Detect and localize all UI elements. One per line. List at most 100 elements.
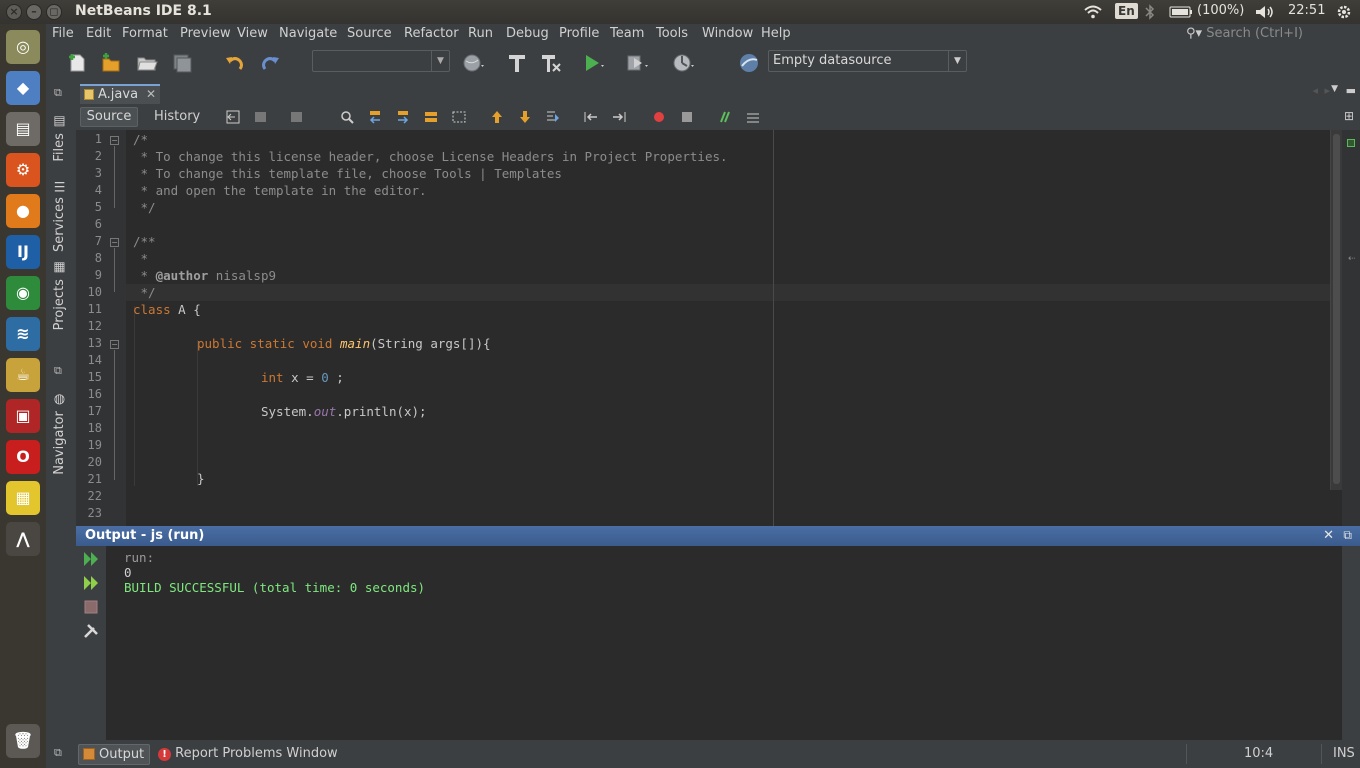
restore-window-group-icon[interactable]: ⧉ (54, 86, 62, 100)
fold-toggle-icon[interactable]: − (110, 340, 119, 349)
opera-icon[interactable]: O (6, 440, 40, 474)
volume-icon[interactable] (1255, 5, 1275, 19)
clean-build-icon[interactable] (540, 52, 562, 74)
teapot-icon[interactable]: ☕ (6, 358, 40, 392)
files-icon[interactable]: ▤ (6, 112, 40, 146)
split-editor-icon[interactable]: ⊞ (1344, 109, 1354, 123)
comment-icon[interactable] (718, 110, 732, 124)
build-hammer-icon[interactable] (506, 52, 528, 74)
app-icon[interactable]: ⋀ (6, 522, 40, 556)
open-project-icon[interactable] (136, 52, 158, 74)
debug-icon[interactable] (626, 52, 648, 74)
find-next-icon[interactable] (396, 110, 410, 124)
close-tab-icon[interactable]: ✕ (146, 86, 156, 103)
tab-files[interactable]: Files ▤ (52, 114, 67, 162)
browser-globe-icon[interactable] (462, 52, 484, 74)
scrollbar-thumb[interactable] (1333, 134, 1340, 484)
start-macro-recording-icon[interactable] (652, 110, 666, 124)
undo-icon[interactable] (224, 52, 246, 74)
previous-bookmark-icon[interactable] (490, 110, 504, 124)
uncomment-icon[interactable] (746, 110, 760, 124)
configuration-select[interactable]: ▼ (312, 50, 450, 72)
media-icon[interactable]: ▣ (6, 399, 40, 433)
trash-icon[interactable]: 🗑 (6, 724, 40, 758)
database-icon[interactable] (738, 52, 760, 74)
scroll-tabs-right-icon[interactable]: ▸ (1324, 84, 1330, 97)
restore-output-icon[interactable]: ⧉ (1343, 526, 1352, 545)
new-file-icon[interactable] (66, 52, 88, 74)
menu-profile[interactable]: Profile (559, 26, 599, 41)
shift-right-icon[interactable] (612, 110, 626, 124)
menu-refactor[interactable]: Refactor (404, 26, 459, 41)
bluetooth-icon[interactable] (1145, 4, 1155, 20)
battery-icon[interactable] (1169, 6, 1193, 18)
window-minimize-button[interactable]: – (26, 4, 42, 20)
code-editor[interactable]: 1 2 3 4 5 6 7 8 9 10 11 12 13 14 15 16 17 18 19 20 21 22 23 − … (76, 130, 1360, 526)
output-minimized-tab[interactable]: Output (78, 744, 150, 765)
menu-run[interactable]: Run (468, 26, 493, 41)
stop-macro-recording-icon[interactable] (680, 110, 694, 124)
next-bookmark-icon[interactable] (518, 110, 532, 124)
stop-icon[interactable] (82, 598, 100, 616)
menu-tools[interactable]: Tools (656, 26, 688, 41)
redo-icon[interactable] (259, 52, 281, 74)
save-all-icon[interactable] (171, 52, 193, 74)
menu-window[interactable]: Window (702, 26, 753, 41)
fold-toggle-icon[interactable]: − (110, 238, 119, 247)
datasource-select[interactable]: Empty datasource ▼ (768, 50, 967, 72)
gear-icon[interactable] (1336, 4, 1352, 20)
chrome-icon[interactable]: ◉ (6, 276, 40, 310)
firefox-icon[interactable]: ● (6, 194, 40, 228)
rectangular-selection-icon[interactable] (452, 110, 466, 124)
find-icon[interactable] (340, 110, 354, 124)
tab-projects[interactable]: Projects ▦ (52, 260, 67, 330)
mysql-workbench-icon[interactable]: ≋ (6, 317, 40, 351)
menu-navigate[interactable]: Navigate (279, 26, 337, 41)
scroll-tabs-left-icon[interactable]: ◂ (1312, 84, 1318, 97)
last-edit-icon[interactable] (226, 110, 240, 124)
forward-icon[interactable] (290, 110, 304, 124)
menu-preview[interactable]: Preview (180, 26, 231, 41)
settings-tools-icon[interactable] (82, 622, 100, 640)
keyboard-layout-indicator[interactable]: En (1115, 3, 1138, 19)
dash-home-icon[interactable]: ◎ (6, 30, 40, 64)
profile-icon[interactable] (672, 52, 694, 74)
menu-file[interactable]: File (52, 26, 74, 41)
close-output-icon[interactable]: ✕ (1323, 526, 1334, 545)
toggle-highlight-icon[interactable] (424, 110, 438, 124)
report-problems-tab[interactable]: ! Report Problems Window (158, 746, 338, 761)
output-console[interactable]: run: 0 BUILD SUCCESSFUL (total time: 0 s… (106, 546, 1342, 740)
sticky-notes-icon[interactable]: ▦ (6, 481, 40, 515)
tab-source[interactable]: Source (80, 107, 138, 127)
intellij-icon[interactable]: IJ (6, 235, 40, 269)
tab-history[interactable]: History (154, 109, 200, 124)
find-previous-icon[interactable] (368, 110, 382, 124)
menu-help[interactable]: Help (761, 26, 791, 41)
toggle-bookmark-icon[interactable] (546, 110, 560, 124)
menu-debug[interactable]: Debug (506, 26, 549, 41)
menu-view[interactable]: View (237, 26, 268, 41)
back-icon[interactable] (254, 110, 268, 124)
error-stripe[interactable]: ⇠ (1342, 130, 1360, 526)
menu-edit[interactable]: Edit (86, 26, 111, 41)
window-close-button[interactable]: × (6, 4, 22, 20)
menu-team[interactable]: Team (610, 26, 644, 41)
netbeans-icon[interactable]: ◆ (6, 71, 40, 105)
shift-left-icon[interactable] (584, 110, 598, 124)
insert-mode[interactable]: INS (1333, 746, 1355, 761)
tab-services[interactable]: Services ☰ (52, 178, 67, 252)
search-input[interactable]: ⚲▾ Search (Ctrl+I) (1186, 26, 1303, 41)
maximize-editor-icon[interactable]: ▬ (1346, 84, 1356, 97)
editor-vertical-scrollbar[interactable] (1330, 130, 1342, 490)
restore-output-group-icon[interactable]: ⧉ (54, 746, 62, 760)
ubuntu-software-icon[interactable]: ⚙ (6, 153, 40, 187)
wifi-icon[interactable] (1084, 5, 1102, 19)
run-icon[interactable] (582, 52, 604, 74)
menu-format[interactable]: Format (122, 26, 168, 41)
output-window-header[interactable]: Output - js (run) ✕ ⧉ (76, 526, 1360, 546)
show-opened-documents-icon[interactable]: ▼ (1331, 84, 1338, 94)
restore-navigator-group-icon[interactable]: ⧉ (54, 364, 62, 378)
tab-navigator[interactable]: Navigator ◍ (52, 392, 67, 475)
editor-file-tab[interactable]: A.java ✕ (80, 84, 160, 104)
window-maximize-button[interactable]: ◻ (46, 4, 62, 20)
